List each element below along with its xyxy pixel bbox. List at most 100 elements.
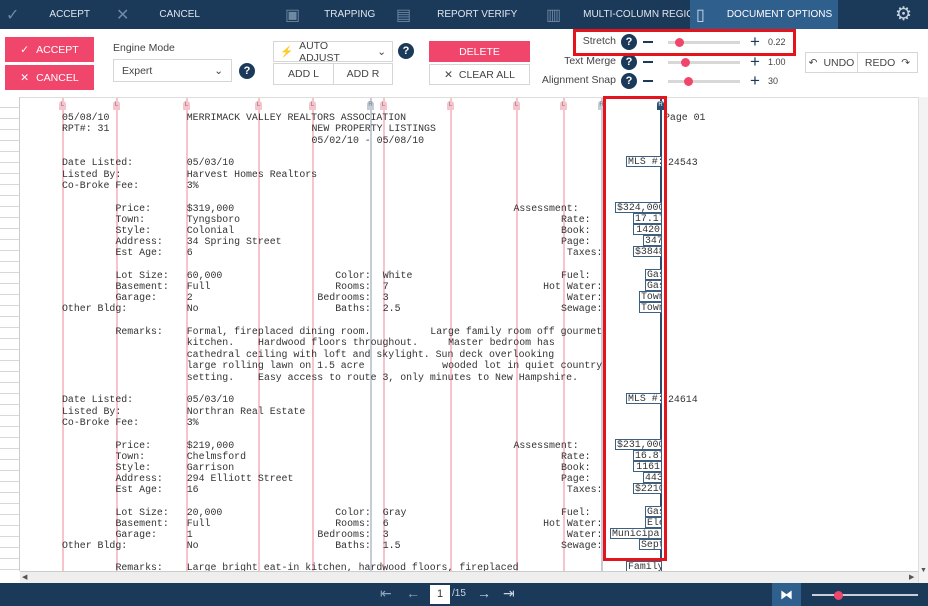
vertical-scrollbar[interactable]: ▼	[918, 97, 928, 583]
alignment-snap-plus-icon[interactable]: +	[750, 72, 760, 89]
tab-trapping-label: TRAPPING	[324, 9, 376, 20]
document-text: Northran Real Estate	[186, 406, 306, 417]
engine-mode-help-icon[interactable]: ?	[239, 63, 255, 79]
first-page-icon[interactable]: ⇤	[380, 585, 392, 602]
tab-report-verify[interactable]: ▤ REPORT VERIFY	[396, 0, 517, 29]
document-text: Address:	[115, 473, 163, 484]
wand-icon: ⚡	[280, 46, 294, 58]
auto-adjust-help-icon[interactable]: ?	[398, 43, 414, 59]
last-page-icon[interactable]: ⇥	[503, 585, 515, 602]
alignment-snap-slider[interactable]	[668, 77, 740, 86]
document-canvas[interactable]: L L L L L R L L L L R R 05/08/10 MERRIMACK…	[20, 97, 918, 571]
text-merge-slider-thumb[interactable]	[681, 58, 691, 67]
delete-button[interactable]: DELETE	[429, 41, 530, 62]
zoom-slider[interactable]	[812, 591, 918, 600]
alignment-snap-slider-thumb[interactable]	[684, 77, 694, 86]
document-text: 3%	[186, 180, 199, 191]
document-text: Rate:	[560, 451, 591, 462]
zoom-slider-thumb[interactable]	[834, 591, 843, 600]
tab-multi-column-region[interactable]: ▥ MULTI-COLUMN REGION	[546, 0, 701, 29]
text-merge-help-icon[interactable]: ?	[621, 54, 637, 70]
document-text: Large bright eat-in kitchen, hardwood fl…	[186, 562, 519, 571]
cancel-label: CANCEL	[36, 71, 79, 84]
column-marker[interactable]: L	[447, 101, 454, 110]
document-text: Full	[186, 281, 211, 292]
undo-button[interactable]: ↶ UNDO	[805, 52, 858, 73]
settings-gear-icon[interactable]: ⚙	[895, 0, 912, 29]
scroll-right-icon[interactable]: ▶	[909, 573, 914, 581]
trapping-icon: ▣	[285, 6, 301, 24]
document-text: 1	[186, 529, 193, 540]
engine-mode-label: Engine Mode	[113, 42, 175, 54]
top-toolbar: ✓ ACCEPT ✕ CANCEL ▣ TRAPPING ▤ REPORT VERIFY…	[0, 0, 928, 29]
document-text: Date Listed:	[62, 157, 134, 168]
column-marker[interactable]: L	[560, 101, 567, 110]
document-text: Color:	[335, 507, 371, 518]
document-text: Harvest Homes Realtors	[186, 169, 318, 180]
auto-adjust-dropdown[interactable]: ⚡ AUTO ADJUST ⌄	[273, 40, 393, 64]
text-merge-minus-icon[interactable]	[643, 61, 653, 63]
document-text: 6	[186, 247, 193, 258]
tab-report-verify-label: REPORT VERIFY	[437, 9, 518, 20]
close-icon: ✕	[20, 71, 30, 84]
add-l-button[interactable]: ADD L	[273, 63, 334, 85]
text-merge-plus-icon[interactable]: +	[750, 53, 760, 70]
page-number-input[interactable]: 1	[430, 585, 450, 604]
next-page-icon[interactable]: →	[477, 585, 491, 601]
tab-trapping[interactable]: ▣ TRAPPING	[285, 0, 375, 29]
document-text: Taxes:	[566, 484, 603, 495]
document-text: No	[186, 303, 199, 314]
clear-all-button[interactable]: ✕ CLEAR ALL	[429, 64, 530, 85]
alignment-snap-help-icon[interactable]: ?	[621, 73, 637, 89]
horizontal-scrollbar[interactable]: ◀ ▶	[20, 571, 918, 583]
mls-number: 24543	[668, 157, 698, 168]
column-marker[interactable]: R	[367, 101, 374, 110]
document-text: Assessment:	[513, 440, 579, 451]
tab-document-options[interactable]: ▯ DOCUMENT OPTIONS	[690, 0, 838, 29]
redo-label: REDO	[864, 56, 896, 69]
document-text: 2	[186, 292, 193, 303]
column-marker[interactable]: L	[59, 101, 66, 110]
document-text: Baths:	[335, 303, 371, 314]
column-guide-line[interactable]	[383, 98, 385, 571]
cancel-button[interactable]: ✕ CANCEL	[5, 65, 94, 90]
document-text: Remarks:	[115, 562, 163, 571]
accept-button[interactable]: ✓ ACCEPT	[5, 37, 94, 62]
document-text: Lot Size:	[115, 507, 169, 518]
document-text: $219,000	[186, 440, 235, 451]
document-text: Rooms:	[335, 281, 371, 292]
top-accept-button[interactable]: ✓ ACCEPT	[6, 0, 90, 29]
alignment-snap-minus-icon[interactable]	[643, 80, 653, 82]
document-text: Hot Water:	[543, 281, 603, 292]
add-r-button[interactable]: ADD R	[333, 63, 393, 85]
redo-icon: ↷	[901, 56, 911, 69]
document-text: 05/03/10	[186, 394, 235, 405]
column-marker[interactable]: L	[309, 101, 316, 110]
redo-button[interactable]: REDO ↷	[857, 52, 918, 73]
document-text: 294 Elliott Street	[186, 473, 294, 484]
document-text: Taxes:	[566, 247, 603, 258]
document-text: setting.	[186, 372, 235, 383]
column-marker[interactable]: L	[183, 101, 190, 110]
scroll-left-icon[interactable]: ◀	[22, 573, 27, 581]
document-text: Town:	[115, 214, 146, 225]
fit-width-button[interactable]: ⧓	[772, 583, 801, 606]
document-text: Rooms:	[335, 518, 371, 529]
text-merge-slider[interactable]	[668, 58, 740, 67]
prev-page-icon[interactable]: ←	[406, 585, 420, 601]
recognized-text-box[interactable]: Family	[626, 561, 662, 571]
document-text: Large family room off gourmet	[430, 326, 603, 337]
top-cancel-button[interactable]: ✕ CANCEL	[116, 0, 200, 29]
column-marker[interactable]: L	[255, 101, 262, 110]
document-text: 05/03/10	[186, 157, 235, 168]
engine-mode-select[interactable]: Expert ⌄	[113, 59, 232, 82]
document-text: Est Age:	[115, 484, 163, 495]
document-text: 7	[382, 281, 389, 292]
column-marker[interactable]: L	[513, 101, 520, 110]
column-marker[interactable]: L	[380, 101, 387, 110]
document-text: Fuel:	[560, 507, 591, 518]
scroll-down-icon[interactable]: ▼	[920, 567, 927, 574]
document-text: Hardwood floors throughout.	[258, 337, 419, 348]
tab-document-options-label: DOCUMENT OPTIONS	[726, 9, 833, 20]
column-marker[interactable]: L	[113, 101, 120, 110]
